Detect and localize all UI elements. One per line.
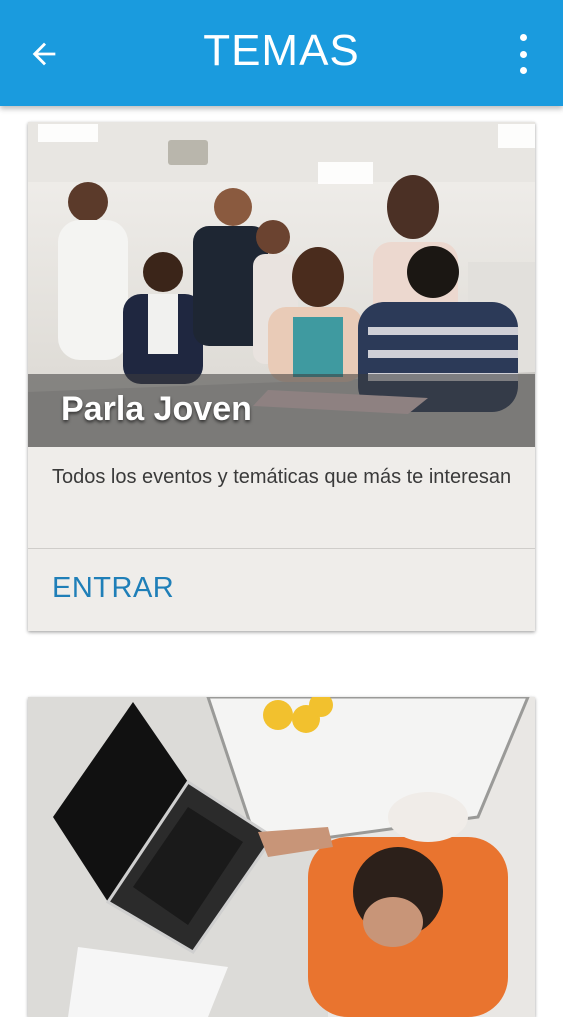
card-description: Todos los eventos y temáticas que más te… <box>52 466 512 488</box>
enter-button[interactable]: ENTRAR <box>52 572 174 605</box>
app-bar: TEMAS <box>0 0 563 106</box>
topic-card[interactable] <box>28 697 535 1017</box>
page-title: TEMAS <box>203 26 360 75</box>
topic-card[interactable]: Parla Joven Todos los eventos y temática… <box>28 122 535 631</box>
students-group-photo: Parla Joven <box>28 122 535 447</box>
divider <box>28 548 535 549</box>
more-vert-icon <box>519 34 527 41</box>
person-laptop-photo <box>28 697 535 1017</box>
card-caption: Parla Joven <box>28 374 535 447</box>
more-options-button[interactable] <box>511 34 535 74</box>
card-title: Parla Joven <box>61 390 252 428</box>
